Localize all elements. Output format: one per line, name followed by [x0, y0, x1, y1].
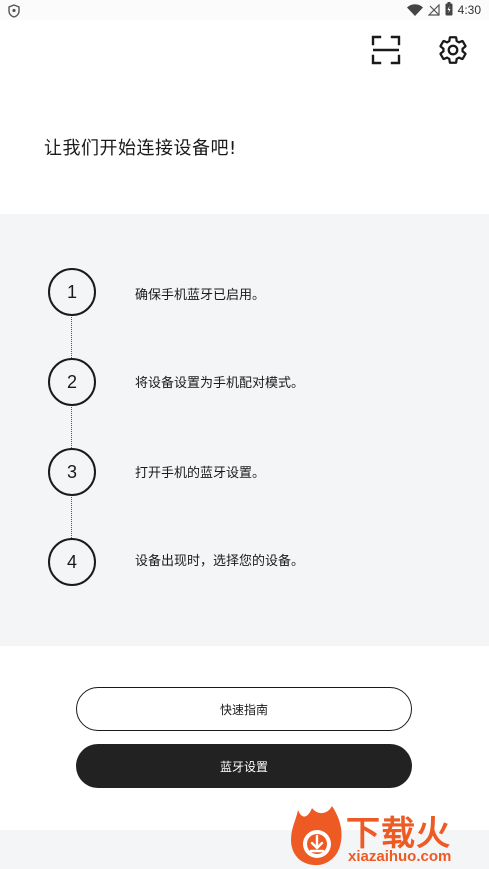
step-text-1: 确保手机蓝牙已启用。: [135, 288, 266, 303]
battery-icon: [445, 1, 453, 20]
watermark: 下载火 xiazaihuo.com: [286, 800, 489, 869]
watermark-subtitle: xiazaihuo.com: [348, 848, 452, 865]
bluetooth-settings-button[interactable]: 蓝牙设置: [76, 744, 412, 788]
status-bar: 4:30: [0, 0, 489, 20]
steps-panel: 1 确保手机蓝牙已启用。 2 将设备设置为手机配对模式。 3 打开手机的蓝牙设置…: [0, 214, 489, 646]
quick-guide-button[interactable]: 快速指南: [76, 687, 412, 731]
status-time: 4:30: [457, 3, 481, 17]
settings-button[interactable]: [433, 30, 473, 70]
scan-icon: [371, 35, 401, 65]
step-number-3: 3: [48, 448, 96, 496]
signal-off-icon: [427, 1, 440, 20]
flame-logo-icon: [291, 806, 342, 866]
wifi-icon: [406, 1, 423, 20]
step-connector: [71, 404, 72, 448]
status-icons: 4:30: [406, 0, 481, 20]
step-number-2: 2: [48, 358, 96, 406]
step-connector: [71, 314, 72, 358]
scan-button[interactable]: [366, 30, 406, 70]
step-connector: [71, 494, 72, 538]
shield-icon: [8, 3, 22, 18]
step-text-4: 设备出现时，选择您的设备。: [135, 554, 305, 569]
step-text-2: 将设备设置为手机配对模式。: [135, 376, 305, 391]
gear-icon: [439, 36, 467, 64]
step-text-3: 打开手机的蓝牙设置。: [135, 466, 266, 481]
page-title: 让我们开始连接设备吧!: [44, 138, 237, 159]
step-number-1: 1: [48, 268, 96, 316]
step-number-4: 4: [48, 538, 96, 586]
